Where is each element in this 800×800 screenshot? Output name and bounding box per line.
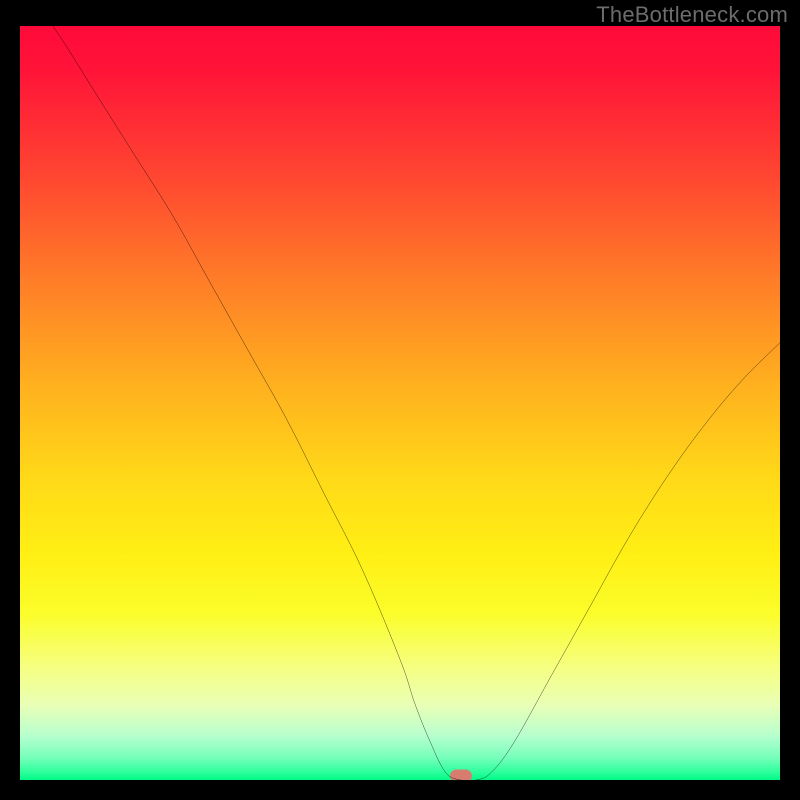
curve-path [20,26,780,780]
plot-area [20,26,780,780]
chart-frame: TheBottleneck.com [0,0,800,800]
bottleneck-curve [20,26,780,780]
watermark-text: TheBottleneck.com [596,2,788,28]
